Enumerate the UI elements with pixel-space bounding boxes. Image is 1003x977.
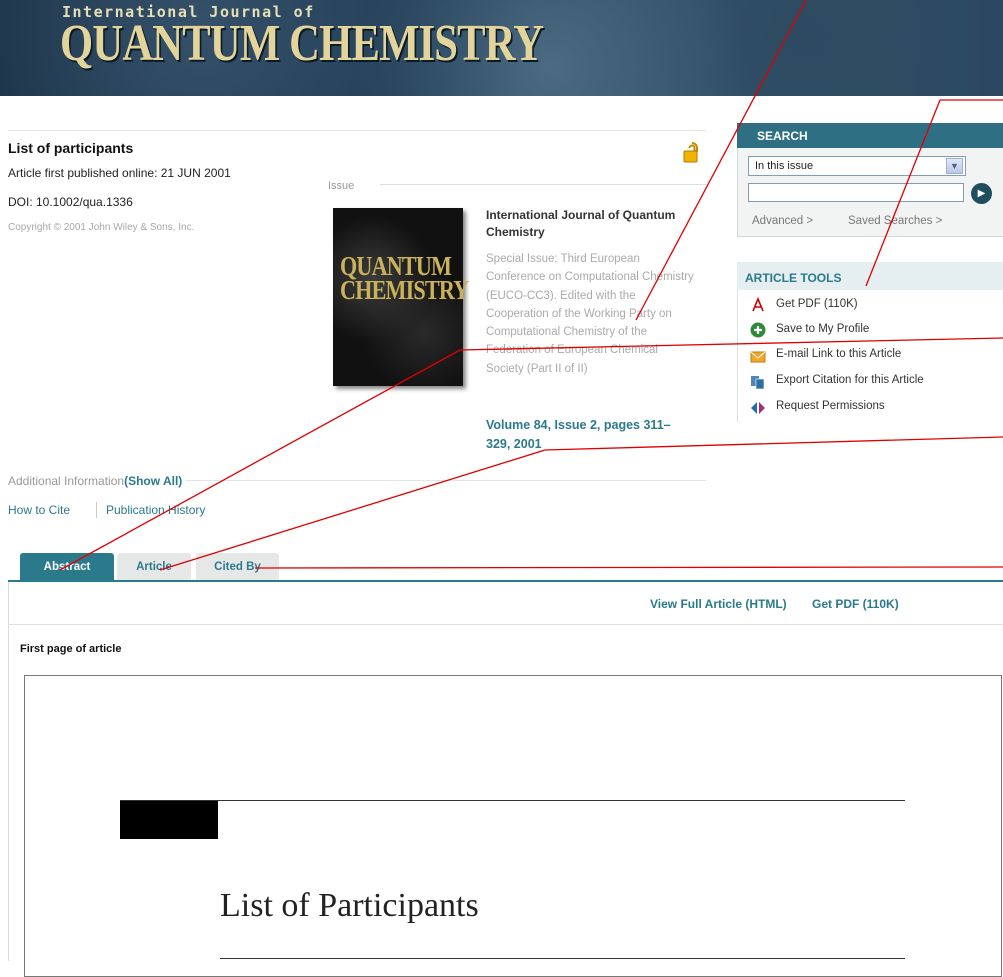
search-scope-select[interactable]: In this issue	[748, 156, 966, 176]
view-full-article-link[interactable]: View Full Article (HTML)	[650, 597, 787, 611]
tab-abstract[interactable]: Abstract	[20, 553, 114, 580]
tool-request-permissions-link[interactable]: Request Permissions	[776, 400, 885, 412]
cover-title: QUANTUM CHEMISTRY	[340, 251, 469, 305]
article-tools-heading: ARTICLE TOOLS	[745, 271, 842, 285]
article-published-date: Article first published online: 21 JUN 2…	[8, 166, 231, 180]
search-go-button[interactable]: ▶	[971, 183, 992, 204]
search-heading: SEARCH	[757, 129, 808, 143]
tool-get-pdf-link[interactable]: Get PDF (110K)	[776, 298, 858, 310]
divider	[8, 624, 1003, 625]
chevron-down-icon[interactable]: ▼	[946, 158, 963, 174]
search-input[interactable]	[748, 183, 964, 202]
preview-title: List of Participants	[220, 887, 479, 924]
open-access-lock-icon	[683, 142, 698, 163]
plus-icon	[750, 322, 766, 338]
export-icon	[751, 376, 765, 390]
saved-searches-link[interactable]: Saved Searches >	[848, 215, 942, 227]
tool-save-profile-link[interactable]: Save to My Profile	[776, 323, 869, 335]
advanced-search-link[interactable]: Advanced >	[752, 215, 813, 227]
first-page-label: First page of article	[20, 643, 122, 655]
email-icon	[750, 351, 766, 363]
additional-information: Additional Information(Show All)	[8, 474, 187, 488]
divider	[8, 130, 706, 131]
article-doi: DOI: 10.1002/qua.1336	[8, 195, 133, 209]
divider	[96, 502, 97, 518]
pdf-icon	[752, 297, 764, 312]
tool-export-citation-link[interactable]: Export Citation for this Article	[776, 374, 924, 386]
journal-name: International Journal of Quantum Chemist…	[486, 208, 676, 239]
how-to-cite-link[interactable]: How to Cite	[8, 503, 70, 517]
volume-issue-link[interactable]: Volume 84, Issue 2, pages 311–329, 2001	[486, 416, 686, 454]
divider	[380, 184, 706, 185]
article-title: List of participants	[8, 140, 134, 156]
preview-rule	[120, 800, 905, 801]
banner-title: QUANTUM CHEMISTRY	[60, 15, 544, 72]
tab-cited-by[interactable]: Cited By	[196, 553, 279, 580]
publication-history-link[interactable]: Publication History	[106, 503, 205, 517]
special-issue-text: Special Issue: Third European Conference…	[486, 253, 694, 375]
tab-article[interactable]: Article	[117, 553, 191, 580]
issue-label: Issue	[328, 180, 355, 192]
tool-email-link[interactable]: E-mail Link to this Article	[776, 348, 901, 360]
permissions-icon	[751, 402, 765, 414]
get-pdf-link[interactable]: Get PDF (110K)	[812, 597, 899, 611]
tab-bar-underline	[8, 580, 1003, 582]
additional-information-label: Additional Information	[8, 474, 125, 488]
content-border	[8, 582, 9, 961]
article-copyright: Copyright © 2001 John Wiley & Sons, Inc.	[8, 222, 195, 233]
annotation-line	[159, 449, 546, 571]
show-all-link[interactable]: (Show All)	[124, 474, 182, 488]
annotation-line	[254, 566, 1003, 569]
preview-rule	[220, 958, 905, 959]
preview-header-block	[120, 801, 218, 839]
